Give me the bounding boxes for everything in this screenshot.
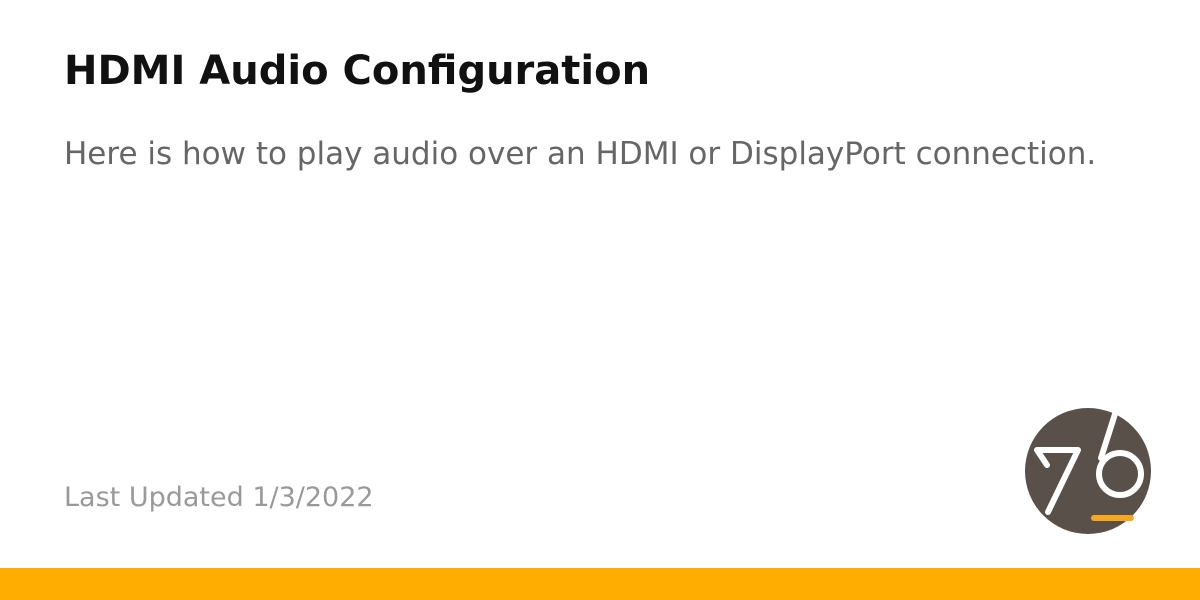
footer-accent-bar bbox=[0, 568, 1200, 600]
page-title: HDMI Audio Configuration bbox=[64, 48, 651, 94]
last-updated: Last Updated 1/3/2022 bbox=[64, 482, 374, 513]
system76-logo-icon bbox=[1025, 408, 1151, 534]
page-subtitle: Here is how to play audio over an HDMI o… bbox=[64, 136, 1097, 172]
